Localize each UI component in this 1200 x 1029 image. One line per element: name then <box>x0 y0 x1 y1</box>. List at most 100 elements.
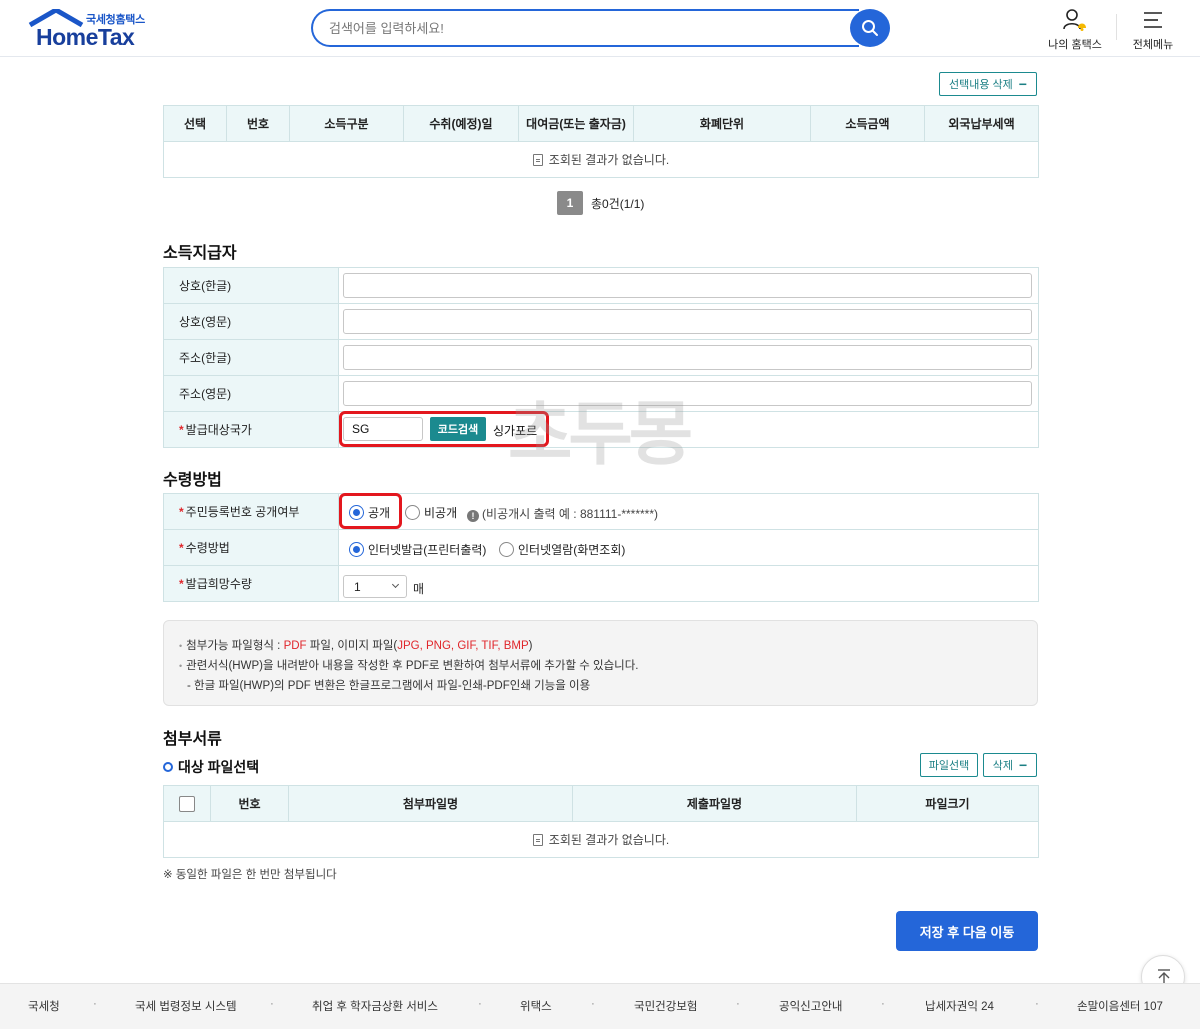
notice-line-2: • 관련서식(HWP)을 내려받아 내용을 작성한 후 PDF로 변환하여 첨부서… <box>179 660 639 672</box>
all-menu-button[interactable]: 전체메뉴 <box>1130 8 1176 52</box>
method-print-label: 인터넷발급(프린터출력) <box>368 543 487 557</box>
footer-link[interactable]: 국세 법령정보 시스템 <box>135 998 237 1014</box>
file-select-button[interactable]: 파일선택 <box>920 753 978 777</box>
ssn-info-note: ! (비공개시 출력 예 : 881111-*******) <box>467 505 658 522</box>
method-view-label: 인터넷열람(화면조회) <box>518 543 626 557</box>
col-header-loan-amount: 대여금(또는 출자금) <box>518 105 634 142</box>
delete-selected-button[interactable]: 선택내용 삭제 − <box>939 72 1037 96</box>
method-print-radio[interactable]: 인터넷발급(프린터출력) <box>349 541 486 558</box>
col-header-income-amount: 소득금액 <box>810 105 925 142</box>
col-header-income-type: 소득구분 <box>289 105 404 142</box>
search-button[interactable] <box>850 9 890 47</box>
required-mark: * <box>179 541 184 555</box>
form-row: 상호(영문) <box>163 303 1039 340</box>
ssn-public-radio[interactable]: 공개 <box>349 504 390 521</box>
ssn-private-radio[interactable]: 비공개 <box>405 504 457 521</box>
search-icon <box>862 20 878 36</box>
col-header-select: 선택 <box>163 105 227 142</box>
quantity-select[interactable]: 1 <box>343 575 407 598</box>
radio-unchecked-icon <box>405 505 420 520</box>
company-name-en-field[interactable] <box>343 309 1032 334</box>
chevron-down-icon <box>391 580 400 589</box>
my-hometax-label: 나의 홈택스 <box>1048 39 1102 51</box>
header: 국세청홈택스 HomeTax 나의 홈택스 전체메뉴 <box>0 0 1200 57</box>
search-input[interactable] <box>313 11 859 45</box>
required-mark: * <box>179 423 184 437</box>
save-next-button[interactable]: 저장 후 다음 이동 <box>896 911 1038 951</box>
issue-country-label: 발급대상국가 <box>185 423 252 437</box>
income-list-table: 선택 번호 소득구분 수취(예정)일 대여금(또는 출자금) 화폐단위 소득금액… <box>163 105 1039 178</box>
page-number-button[interactable]: 1 <box>557 191 583 215</box>
document-icon <box>532 834 543 846</box>
company-name-en-label: 상호(영문) <box>163 303 339 340</box>
table-row: 조회된 결과가 없습니다. <box>163 141 1039 178</box>
table-header-row: 번호 첨부파일명 제출파일명 파일크기 <box>163 785 1039 822</box>
watermark: 초두몽 <box>508 395 693 473</box>
notice-line-1: • 첨부가능 파일형식 : PDF 파일, 이미지 파일(JPG, PNG, GI… <box>179 640 533 652</box>
user-bell-icon <box>1063 9 1086 31</box>
method-view-radio[interactable]: 인터넷열람(화면조회) <box>499 541 625 558</box>
ssn-public-label: 공개 <box>368 506 391 520</box>
quantity-value: 1 <box>354 579 361 594</box>
required-mark: * <box>179 577 184 591</box>
form-row: * 발급희망수량 <box>163 565 1039 602</box>
receive-section-title: 수령방법 <box>163 472 222 489</box>
ssn-disclosure-label: 주민등록번호 공개여부 <box>185 505 300 519</box>
logo-title: HomeTax <box>36 24 135 50</box>
footer-links: 국세청 · 국세 법령정보 시스템 · 취업 후 학자금상환 서비스 · 위택스… <box>0 983 1200 1029</box>
attach-section-title: 첨부서류 <box>163 731 222 748</box>
address-en-label: 주소(영문) <box>163 375 339 412</box>
radio-checked-icon <box>349 505 364 520</box>
footer-link[interactable]: 납세자권익 24 <box>925 998 994 1014</box>
footer-link[interactable]: 공익신고안내 <box>779 998 842 1014</box>
footer-link[interactable]: 위택스 <box>520 998 552 1014</box>
col-header-currency: 화폐단위 <box>633 105 811 142</box>
table-row: 조회된 결과가 없습니다. <box>163 821 1039 858</box>
ssn-info-text: (비공개시 출력 예 : 881111-*******) <box>482 507 658 521</box>
form-row: 상호(한글) <box>163 267 1039 304</box>
all-menu-label: 전체메뉴 <box>1132 39 1174 51</box>
hometax-logo[interactable]: 국세청홈택스 HomeTax <box>28 9 153 50</box>
table-header-row: 선택 번호 소득구분 수취(예정)일 대여금(또는 출자금) 화폐단위 소득금액… <box>163 105 1039 142</box>
header-divider <box>1116 14 1117 40</box>
notice-line-3: - 한글 파일(HWP)의 PDF 변환은 한글프로그램에서 파일-인쇄-PDF… <box>187 680 591 692</box>
form-row: 주소(한글) <box>163 339 1039 376</box>
issue-quantity-label: 발급희망수량 <box>185 577 252 591</box>
col-header-foreign-tax: 외국납부세액 <box>924 105 1039 142</box>
menu-icon <box>1144 12 1162 28</box>
delete-file-button[interactable]: 삭제 − <box>983 753 1037 777</box>
footer-link[interactable]: 국세청 <box>28 998 60 1014</box>
footer-link[interactable]: 손말이음센터 107 <box>1077 998 1163 1014</box>
delete-selected-label: 선택내용 삭제 <box>949 79 1013 91</box>
total-count: 총0건(1/1) <box>591 197 645 211</box>
address-kr-field[interactable] <box>343 345 1032 370</box>
country-code-field[interactable]: SG <box>343 417 423 441</box>
select-all-checkbox[interactable] <box>179 795 195 812</box>
empty-result-cell: 조회된 결과가 없습니다. <box>163 821 1039 858</box>
minus-icon: − <box>1018 76 1027 92</box>
attach-footnote: ※ 동일한 파일은 한 번만 첨부됩니다 <box>163 869 337 881</box>
required-mark: * <box>179 505 184 519</box>
code-search-button[interactable]: 코드검색 <box>430 417 486 441</box>
col-header-number: 번호 <box>226 105 290 142</box>
company-name-kr-label: 상호(한글) <box>163 267 339 304</box>
receive-method-label: 수령방법 <box>185 541 230 555</box>
col-header-attach-filename: 첨부파일명 <box>288 785 573 822</box>
ssn-private-label: 비공개 <box>424 506 458 520</box>
empty-result-cell: 조회된 결과가 없습니다. <box>163 141 1039 178</box>
footer-link[interactable]: 국민건강보험 <box>634 998 697 1014</box>
empty-result-message: 조회된 결과가 없습니다. <box>548 153 670 167</box>
empty-result-message: 조회된 결과가 없습니다. <box>548 833 670 847</box>
footer-link[interactable]: 취업 후 학자금상환 서비스 <box>312 998 438 1014</box>
radio-checked-icon <box>349 542 364 557</box>
radio-unchecked-icon <box>499 542 514 557</box>
circle-bullet-icon <box>163 762 173 772</box>
col-header-submit-filename: 제출파일명 <box>572 785 857 822</box>
col-header-filesize: 파일크기 <box>856 785 1039 822</box>
search-box <box>311 9 859 47</box>
target-file-subtitle: 대상 파일선택 <box>163 757 259 777</box>
delete-file-label: 삭제 <box>992 760 1014 772</box>
my-hometax-button[interactable]: 나의 홈택스 <box>1048 8 1102 52</box>
quantity-unit: 매 <box>413 582 425 596</box>
company-name-kr-field[interactable] <box>343 273 1032 298</box>
